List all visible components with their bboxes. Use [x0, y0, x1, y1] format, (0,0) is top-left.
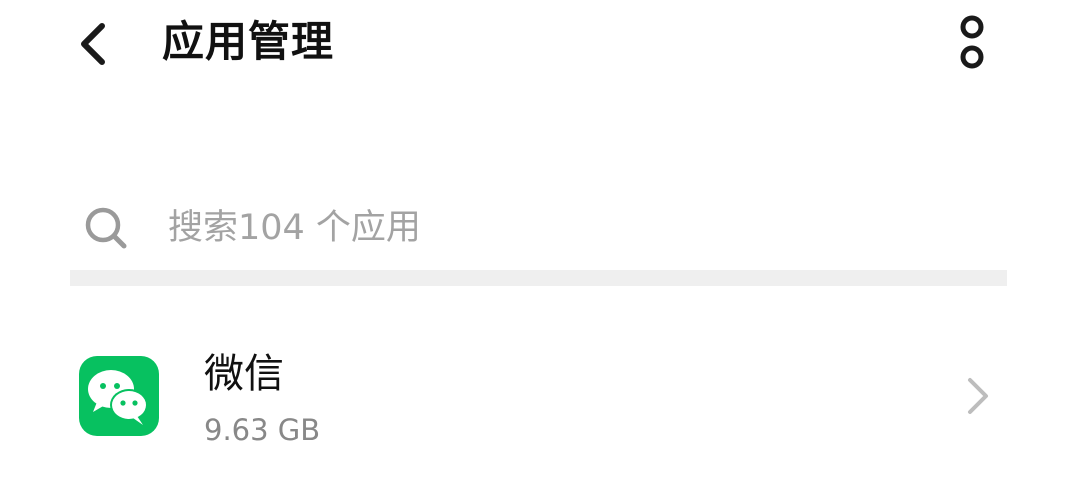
more-options-button[interactable]	[940, 8, 1004, 76]
wechat-icon	[79, 356, 159, 436]
chevron-left-icon	[81, 23, 105, 65]
search-divider	[70, 270, 1007, 286]
search-input[interactable]: 搜索104 个应用	[168, 204, 421, 252]
app-name: 微信	[204, 351, 284, 397]
back-button[interactable]	[62, 12, 126, 76]
more-vertical-icon	[960, 15, 984, 69]
list-item-app[interactable]: 微信 9.63 GB	[70, 330, 1007, 460]
search-icon	[85, 207, 127, 249]
chevron-right-icon	[968, 378, 988, 414]
app-size: 9.63 GB	[204, 413, 321, 447]
search-bar[interactable]: 搜索104 个应用	[70, 190, 1007, 286]
page-title: 应用管理	[162, 17, 335, 66]
app-management-screen: 应用管理 搜索104 个应用 微信 9.63 GB	[0, 0, 1080, 488]
